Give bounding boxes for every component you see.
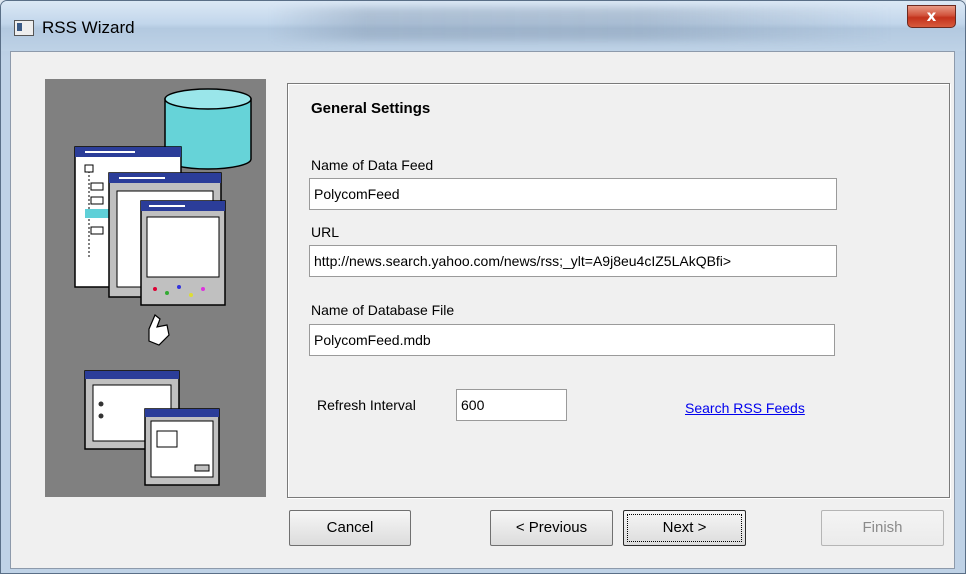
rss-wizard-window: RSS Wizard x General Settings Name of Da…: [0, 0, 966, 574]
front-window-icon: [140, 200, 226, 306]
url-label: URL: [311, 224, 340, 240]
refresh-interval-input[interactable]: 600: [456, 389, 567, 421]
general-settings-group: [287, 83, 950, 498]
title-bar[interactable]: RSS Wizard x: [1, 1, 965, 51]
db-file-input[interactable]: PolycomFeed.mdb: [309, 324, 835, 356]
pointing-hand-icon: [148, 314, 170, 346]
window-title: RSS Wizard: [42, 18, 135, 37]
wizard-illustration: [74, 88, 252, 486]
dialog-body: General Settings Name of Data Feed Polyc…: [10, 51, 955, 569]
wizard-illustration-icon: [45, 79, 266, 497]
window-icon: [14, 20, 34, 36]
db-file-label: Name of Database File: [311, 302, 455, 318]
search-rss-feeds-link[interactable]: Search RSS Feeds: [685, 400, 805, 416]
next-button[interactable]: Next >: [623, 510, 746, 546]
feed-name-input[interactable]: PolycomFeed: [309, 178, 837, 210]
url-input[interactable]: http://news.search.yahoo.com/news/rss;_y…: [309, 245, 837, 277]
previous-button[interactable]: < Previous: [490, 510, 613, 546]
title-bar-background: [271, 7, 891, 41]
feed-name-label: Name of Data Feed: [311, 157, 434, 173]
dialog-windows-icon: [84, 370, 220, 486]
section-heading: General Settings: [311, 100, 431, 117]
cancel-button[interactable]: Cancel: [289, 510, 411, 546]
refresh-interval-label: Refresh Interval: [317, 397, 416, 413]
focus-rectangle: [627, 514, 742, 542]
finish-button: Finish: [821, 510, 944, 546]
close-button[interactable]: x: [907, 5, 956, 28]
